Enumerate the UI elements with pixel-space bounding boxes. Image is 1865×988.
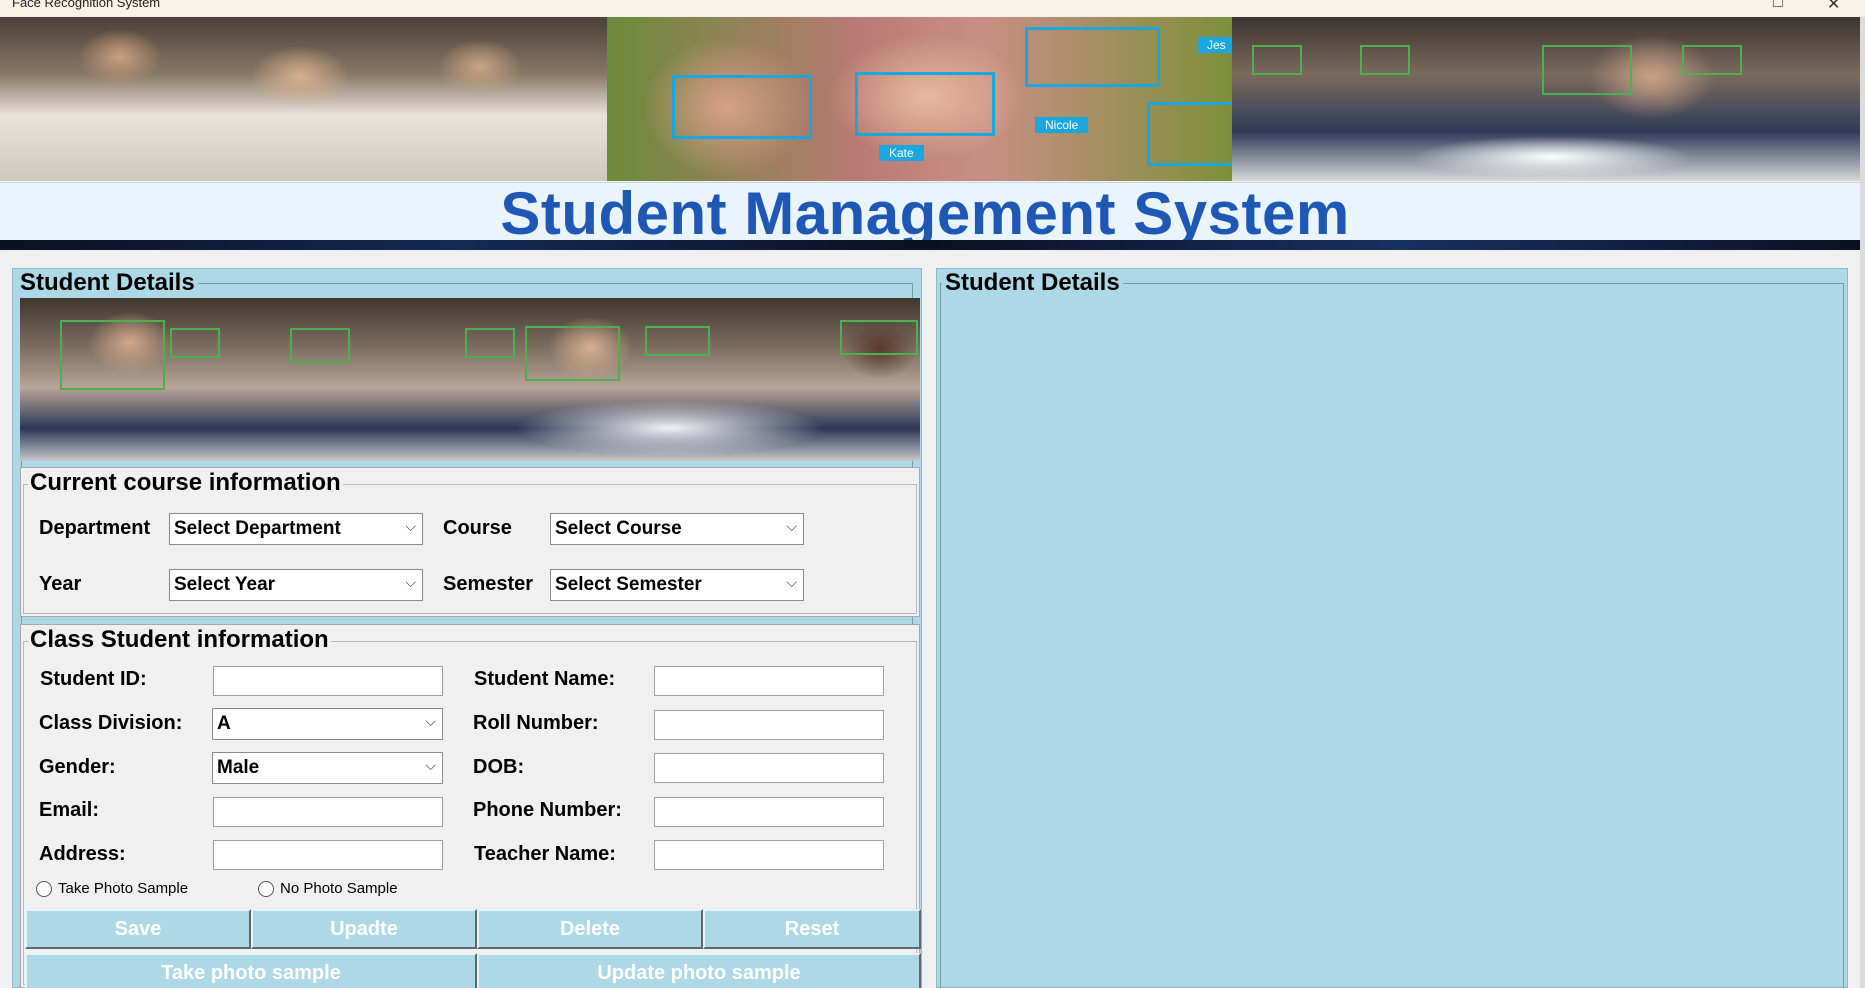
gender-select[interactable]: Male ⌵ bbox=[212, 752, 443, 784]
department-select[interactable]: Select Department ⌵ bbox=[169, 513, 423, 545]
chevron-down-icon: ⌵ bbox=[405, 518, 416, 534]
close-icon[interactable]: ✕ bbox=[1827, 0, 1840, 14]
student-details-table-panel: Student Details bbox=[936, 268, 1848, 988]
gender-label: Gender: bbox=[39, 756, 116, 778]
face-detection-box bbox=[1682, 45, 1742, 75]
phone-number-input[interactable] bbox=[654, 797, 884, 827]
banner-image-classroom-right bbox=[1232, 17, 1865, 181]
face-detection-box bbox=[1147, 102, 1232, 166]
face-label: Kate bbox=[879, 145, 924, 161]
student-details-legend: Student Details bbox=[17, 269, 198, 297]
email-label: Email: bbox=[39, 799, 100, 821]
student-name-label: Student Name: bbox=[474, 668, 616, 690]
phone-number-label: Phone Number: bbox=[473, 799, 622, 821]
face-detection-box bbox=[1542, 45, 1632, 95]
student-info-legend: Class Student information bbox=[28, 626, 331, 654]
course-info-legend: Current course information bbox=[28, 469, 343, 497]
semester-label: Semester bbox=[443, 573, 534, 595]
year-select[interactable]: Select Year ⌵ bbox=[169, 569, 423, 601]
face-detection-box bbox=[170, 328, 220, 358]
face-detection-box bbox=[1252, 45, 1302, 75]
department-label: Department bbox=[39, 517, 151, 539]
roll-number-input[interactable] bbox=[654, 710, 884, 740]
right-student-details-legend: Student Details bbox=[942, 269, 1123, 297]
chevron-down-icon: ⌵ bbox=[425, 713, 436, 729]
action-button-row: Save Upadte Delete Reset bbox=[25, 909, 921, 949]
banner-image-faces: Kate Nicole Jes bbox=[607, 17, 1232, 181]
radio-circle-icon bbox=[36, 880, 52, 897]
maximize-icon[interactable]: □ bbox=[1773, 0, 1783, 12]
course-label: Course bbox=[443, 517, 512, 539]
department-select-value: Select Department bbox=[174, 518, 341, 539]
face-detection-box bbox=[645, 326, 710, 356]
delete-button[interactable]: Delete bbox=[477, 909, 703, 949]
course-select[interactable]: Select Course ⌵ bbox=[550, 513, 804, 545]
course-select-value: Select Course bbox=[555, 518, 682, 539]
class-division-select[interactable]: A ⌵ bbox=[212, 708, 443, 740]
semester-select-value: Select Semester bbox=[555, 574, 702, 595]
year-label: Year bbox=[39, 573, 82, 595]
window-titlebar: Face Recognition System □ ✕ bbox=[0, 0, 1865, 16]
no-photo-sample-radio[interactable]: No Photo Sample bbox=[258, 880, 398, 897]
chevron-down-icon: ⌵ bbox=[405, 574, 416, 590]
semester-select[interactable]: Select Semester ⌵ bbox=[550, 569, 804, 601]
face-detection-box bbox=[60, 320, 165, 390]
face-detection-box bbox=[465, 328, 515, 358]
student-info-group: Class Student information Student ID: St… bbox=[20, 624, 921, 988]
save-button[interactable]: Save bbox=[25, 909, 251, 949]
email-input[interactable] bbox=[213, 797, 443, 827]
face-detection-box bbox=[1025, 27, 1160, 87]
dob-label: DOB: bbox=[473, 756, 525, 778]
address-input[interactable] bbox=[213, 840, 443, 870]
teacher-name-input[interactable] bbox=[654, 840, 884, 870]
dob-input[interactable] bbox=[654, 753, 884, 783]
face-label: Jes bbox=[1197, 37, 1232, 53]
student-id-label: Student ID: bbox=[40, 668, 147, 690]
student-id-input[interactable] bbox=[213, 666, 443, 696]
chevron-down-icon: ⌵ bbox=[786, 518, 797, 534]
page-title: Student Management System bbox=[500, 182, 1350, 240]
take-photo-sample-radio[interactable]: Take Photo Sample bbox=[36, 880, 188, 897]
window-title: Face Recognition System bbox=[12, 0, 161, 10]
photo-button-row: Take photo sample Update photo sample bbox=[25, 953, 921, 988]
face-detection-box bbox=[525, 326, 620, 381]
update-photo-sample-button[interactable]: Update photo sample bbox=[477, 953, 921, 988]
banner-image-classroom-left bbox=[0, 17, 607, 181]
title-band: Student Management System bbox=[0, 182, 1865, 240]
roll-number-label: Roll Number: bbox=[473, 712, 599, 734]
address-label: Address: bbox=[39, 843, 126, 865]
classroom-photo bbox=[20, 298, 920, 461]
update-button[interactable]: Upadte bbox=[251, 909, 477, 949]
radio-circle-icon bbox=[258, 880, 274, 897]
no-photo-sample-label: No Photo Sample bbox=[280, 880, 398, 897]
face-label: Nicole bbox=[1035, 117, 1089, 133]
teacher-name-label: Teacher Name: bbox=[474, 843, 616, 865]
face-detection-box bbox=[290, 328, 350, 363]
reset-button[interactable]: Reset bbox=[703, 909, 921, 949]
face-detection-box bbox=[1360, 45, 1410, 75]
chevron-down-icon: ⌵ bbox=[786, 574, 797, 590]
take-photo-sample-label: Take Photo Sample bbox=[58, 880, 189, 897]
year-select-value: Select Year bbox=[174, 574, 276, 595]
class-division-select-value: A bbox=[217, 713, 231, 734]
face-detection-box bbox=[672, 75, 812, 139]
face-detection-box bbox=[855, 72, 995, 136]
student-name-input[interactable] bbox=[654, 666, 884, 696]
face-detection-box bbox=[840, 320, 918, 355]
title-underline-band bbox=[0, 240, 1865, 250]
take-photo-sample-button[interactable]: Take photo sample bbox=[25, 953, 477, 988]
panel-frame bbox=[940, 283, 1844, 988]
chevron-down-icon: ⌵ bbox=[425, 757, 436, 773]
course-info-group: Current course information Department Se… bbox=[20, 467, 920, 617]
gender-select-value: Male bbox=[217, 757, 260, 778]
class-division-label: Class Division: bbox=[39, 712, 183, 734]
window-right-edge bbox=[1860, 17, 1865, 988]
